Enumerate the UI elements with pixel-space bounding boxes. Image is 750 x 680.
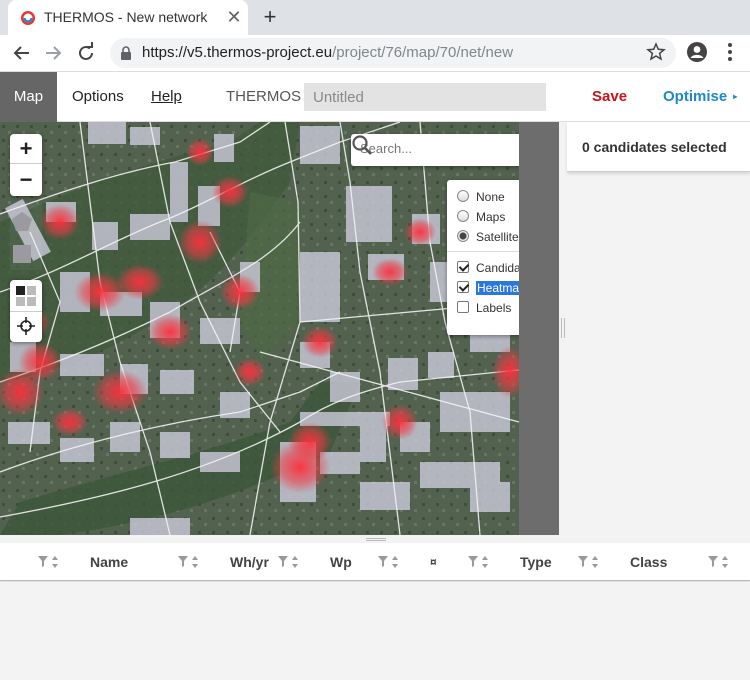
radio-maps[interactable] [457,210,469,222]
rectangle-draw-icon[interactable] [10,242,34,266]
kebab-menu-icon[interactable] [722,41,738,63]
nav-map[interactable]: Map [0,72,57,122]
zoom-out-button[interactable]: − [10,165,42,195]
lock-icon [121,46,131,60]
tab-strip: THERMOS - New network ✕ + [0,0,750,35]
radio-none[interactable] [457,190,469,202]
map-tools-control [10,280,42,342]
overlay-heatmap[interactable]: Heatmap [457,279,519,297]
table-body-empty [0,582,750,680]
split-handle[interactable] [561,318,565,338]
checkbox-candidates[interactable] [457,261,469,273]
url-path: /project/76/map/70/net/new [332,44,514,61]
draw-toolbar [10,204,42,270]
checkbox-labels[interactable] [457,301,469,313]
selection-panel: 0 candidates selected [567,122,750,172]
radio-satellite[interactable] [457,230,469,242]
base-layer-none[interactable]: None [457,188,505,206]
url-text: https://v5.thermos-project.eu/project/76… [142,44,513,61]
column-type[interactable]: Type [520,554,552,570]
base-layer-maps[interactable]: Maps [457,208,505,226]
checkbox-heatmap[interactable] [457,281,469,293]
filter-sort-icon[interactable] [177,554,203,570]
base-layer-satellite[interactable]: Satellite [457,228,519,246]
map-gutter [519,122,559,535]
network-name-input[interactable] [304,83,546,111]
url-host: https://v5.thermos-project.eu [142,44,333,61]
filter-sort-icon[interactable] [707,554,733,570]
column-class[interactable]: Class [630,554,667,570]
forward-arrow-icon[interactable] [40,40,66,66]
overlay-label: Heatmap [476,281,519,295]
address-bar[interactable]: https://v5.thermos-project.eu/project/76… [110,38,676,68]
browser-tab[interactable]: THERMOS - New network ✕ [8,0,248,35]
column-name[interactable]: Name [90,554,128,570]
map-view[interactable]: + − None [0,122,519,535]
filter-sort-icon[interactable] [37,554,63,570]
layer-separator [447,251,519,252]
resize-grip-icon[interactable] [366,538,386,541]
selection-count: 0 candidates selected [582,139,727,155]
overlay-label: Labels [476,301,512,315]
reload-icon[interactable] [73,40,99,66]
tab-title: THERMOS - New network [44,9,208,25]
candidates-table-header: Name Wh/yr Wp ¤ Type Class [0,543,750,581]
base-layer-label: Satellite [476,230,519,244]
close-icon[interactable]: ✕ [224,7,244,27]
overlay-label: Candidates [476,261,519,275]
filter-sort-icon[interactable] [277,554,303,570]
account-icon[interactable] [686,41,708,63]
brand-label: THERMOS [226,88,301,105]
layers-icon[interactable] [15,285,37,307]
zoom-in-button[interactable]: + [10,134,42,164]
satellite-map [0,122,519,535]
app-navbar: Map Options Help THERMOS Save Optimise ▸ [0,72,750,122]
filter-sort-icon[interactable] [577,554,603,570]
base-layer-label: None [476,190,505,204]
column-cost[interactable]: ¤ [430,555,437,569]
overlay-candidates[interactable]: Candidates [457,259,519,277]
control-divider [10,311,42,312]
layer-switcher: None Maps Satellite Candidates Heatmap L… [447,180,519,335]
map-search-input[interactable] [360,141,510,156]
nav-help[interactable]: Help [151,72,182,122]
column-wp[interactable]: Wp [330,554,352,570]
filter-sort-icon[interactable] [377,554,403,570]
caret-right-icon: ▸ [733,92,738,102]
favicon-icon [21,11,35,25]
optimise-button[interactable]: Optimise ▸ [663,72,737,122]
browser-toolbar: https://v5.thermos-project.eu/project/76… [0,35,750,72]
map-search [351,134,519,166]
search-icon[interactable] [351,134,373,156]
polygon-draw-icon[interactable] [10,210,34,234]
optimise-label: Optimise [663,88,728,105]
star-icon[interactable] [646,42,666,62]
zoom-control: + − [10,134,42,196]
nav-options[interactable]: Options [72,72,124,122]
save-button[interactable]: Save [592,72,627,122]
base-layer-label: Maps [476,210,506,224]
column-wh-yr[interactable]: Wh/yr [230,554,269,570]
filter-sort-icon[interactable] [467,554,493,570]
back-arrow-icon[interactable] [9,40,35,66]
overlay-labels[interactable]: Labels [457,299,511,317]
plus-icon[interactable]: + [258,5,282,29]
crosshair-icon[interactable] [17,317,35,335]
